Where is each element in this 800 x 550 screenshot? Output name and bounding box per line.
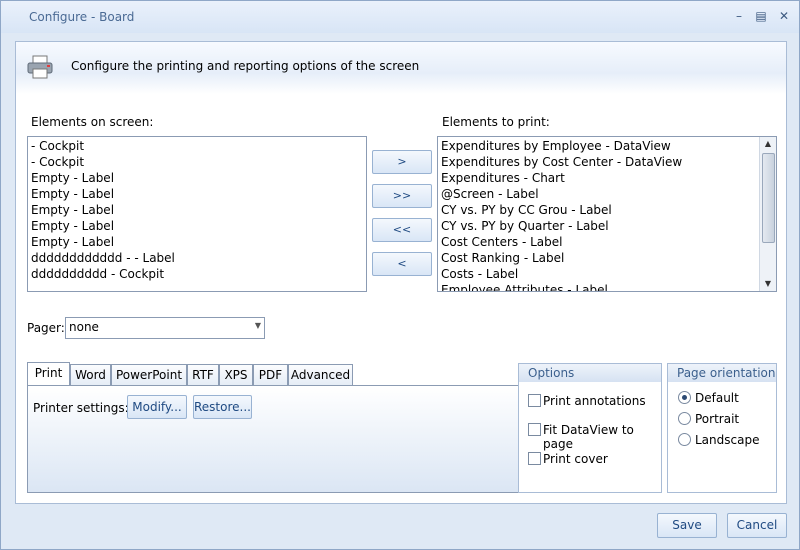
list-item[interactable]: Costs - Label [438, 266, 776, 282]
list-item[interactable]: Empty - Label [28, 202, 366, 218]
list-item[interactable]: Empty - Label [28, 186, 366, 202]
list-item[interactable]: dddddddddd - Cockpit [28, 266, 366, 282]
list-item[interactable]: dddddddddddd - - Label [28, 250, 366, 266]
title-bar[interactable]: Configure - Board – ▤ ✕ [1, 1, 799, 33]
list-item[interactable]: - Cockpit [28, 154, 366, 170]
remove-all-button[interactable]: << [372, 218, 432, 242]
print-cover-checkbox[interactable] [528, 452, 541, 465]
close-icon[interactable]: ✕ [776, 8, 792, 24]
tab-advanced[interactable]: Advanced [288, 364, 353, 386]
pager-value: none [69, 320, 99, 334]
options-group: Options Print annotations Fit DataView t… [518, 363, 662, 493]
list-item[interactable]: Empty - Label [28, 170, 366, 186]
chevron-down-icon[interactable]: ▼ [255, 321, 261, 330]
scroll-thumb[interactable] [762, 153, 775, 243]
scroll-down-icon[interactable]: ▼ [760, 277, 776, 291]
orientation-title: Page orientation [668, 364, 776, 382]
save-button[interactable]: Save [657, 513, 717, 538]
print-tab-panel: Printer settings: Modify... Restore... [27, 385, 523, 493]
options-title: Options [519, 364, 661, 382]
tab-powerpoint[interactable]: PowerPoint [111, 364, 187, 386]
remove-button[interactable]: < [372, 252, 432, 276]
list-item[interactable]: CY vs. PY by Quarter - Label [438, 218, 776, 234]
list-item[interactable]: Empty - Label [28, 234, 366, 250]
portrait-radio[interactable] [678, 412, 691, 425]
tab-xps[interactable]: XPS [219, 364, 253, 386]
maximize-icon[interactable]: ▤ [753, 8, 769, 24]
annotations-label: Print annotations [543, 394, 646, 408]
configure-window: Configure - Board – ▤ ✕ Configure the pr… [0, 0, 800, 550]
tab-pdf[interactable]: PDF [253, 364, 288, 386]
print-elements-label: Elements to print: [442, 115, 550, 129]
list-item[interactable]: Expenditures - Chart [438, 170, 776, 186]
restore-button[interactable]: Restore... [193, 395, 252, 419]
print-list-scrollbar[interactable]: ▲ ▼ [759, 137, 776, 291]
landscape-label: Landscape [695, 433, 760, 447]
fit-dataview-checkbox[interactable] [528, 423, 541, 436]
cancel-button[interactable]: Cancel [727, 513, 787, 538]
list-item[interactable]: Employee Attributes - Label [438, 282, 776, 291]
fit-dataview-label: Fit DataView to page [543, 423, 634, 451]
minimize-icon[interactable]: – [731, 8, 747, 24]
scroll-up-icon[interactable]: ▲ [760, 137, 776, 151]
list-item[interactable]: Expenditures by Cost Center - DataView [438, 154, 776, 170]
print-elements-list[interactable]: ▲ ▼ Expenditures by Employee - DataView E… [437, 136, 777, 292]
dialog-header: Configure the printing and reporting opt… [16, 42, 786, 94]
orientation-group: Page orientation Default Portrait Landsc… [667, 363, 777, 493]
printer-icon [27, 55, 53, 79]
default-radio[interactable] [678, 391, 691, 404]
add-all-button[interactable]: >> [372, 184, 432, 208]
list-item[interactable]: Empty - Label [28, 218, 366, 234]
modify-button[interactable]: Modify... [127, 395, 187, 419]
screen-elements-list[interactable]: - Cockpit - Cockpit Empty - Label Empty - … [27, 136, 367, 292]
list-item[interactable]: Cost Centers - Label [438, 234, 776, 250]
print-cover-label: Print cover [543, 452, 608, 466]
default-label: Default [695, 391, 739, 405]
tab-print[interactable]: Print [27, 362, 70, 386]
printer-settings-label: Printer settings: [33, 401, 129, 415]
pager-select[interactable]: none ▼ [65, 317, 265, 339]
portrait-label: Portrait [695, 412, 740, 426]
pager-label: Pager: [27, 321, 65, 335]
header-description: Configure the printing and reporting opt… [71, 59, 420, 73]
add-button[interactable]: > [372, 150, 432, 174]
list-item[interactable]: Cost Ranking - Label [438, 250, 776, 266]
window-title: Configure - Board [29, 10, 135, 24]
screen-elements-label: Elements on screen: [31, 115, 154, 129]
list-item[interactable]: Expenditures by Employee - DataView [438, 138, 776, 154]
tab-word[interactable]: Word [70, 364, 111, 386]
list-item[interactable]: @Screen - Label [438, 186, 776, 202]
annotations-checkbox[interactable] [528, 394, 541, 407]
landscape-radio[interactable] [678, 433, 691, 446]
list-item[interactable]: CY vs. PY by CC Grou - Label [438, 202, 776, 218]
list-item[interactable]: - Cockpit [28, 138, 366, 154]
tab-rtf[interactable]: RTF [187, 364, 219, 386]
dialog-body: Configure the printing and reporting opt… [15, 41, 787, 504]
